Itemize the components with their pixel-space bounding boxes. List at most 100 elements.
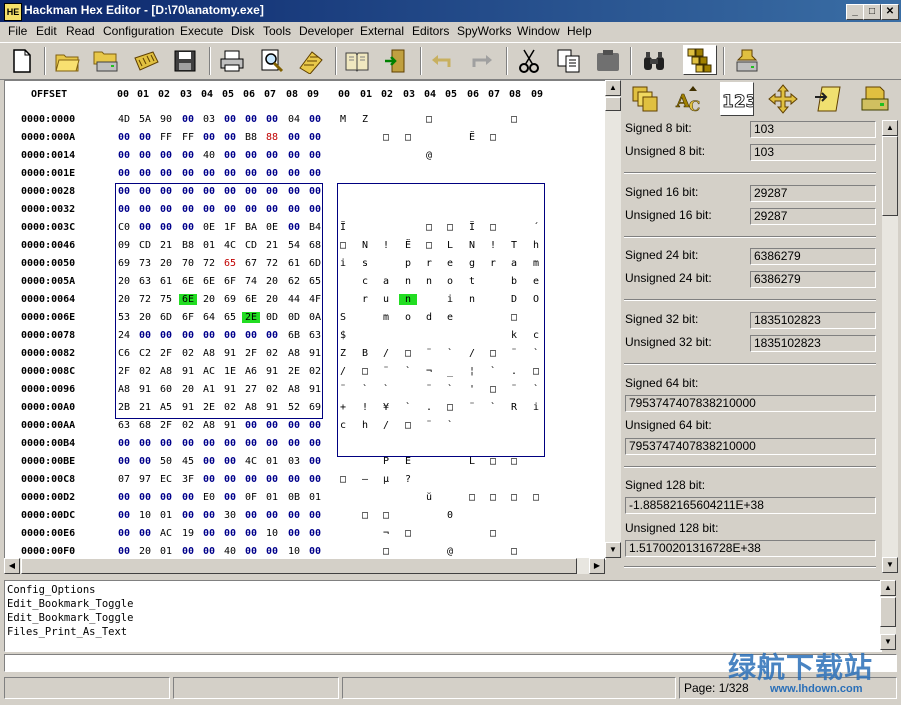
hex-byte[interactable]: 00 <box>221 492 239 503</box>
tab-numbers-icon[interactable]: 123 <box>720 82 754 116</box>
hex-byte[interactable]: FF <box>179 132 197 143</box>
char-cell[interactable]: □ <box>505 114 523 125</box>
hex-byte[interactable]: 00 <box>285 132 303 143</box>
hex-byte[interactable]: 00 <box>285 168 303 179</box>
signed-24-field[interactable]: 6386279 <box>750 248 876 265</box>
hex-byte[interactable]: 00 <box>136 150 154 161</box>
unsigned-128-field[interactable]: 1.51700201316728E+38 <box>625 540 876 557</box>
hex-byte[interactable]: 68 <box>136 420 154 431</box>
hex-byte[interactable]: 01 <box>157 546 175 557</box>
hex-byte[interactable]: AC <box>157 528 175 539</box>
open-memory-icon[interactable] <box>132 47 160 75</box>
hex-byte[interactable]: 63 <box>115 420 133 431</box>
hex-byte[interactable]: 00 <box>115 510 133 521</box>
hex-byte[interactable]: 4C <box>242 456 260 467</box>
hex-byte[interactable]: 00 <box>157 492 175 503</box>
hex-byte[interactable]: 00 <box>285 510 303 521</box>
open-drive-icon[interactable] <box>92 47 120 75</box>
char-cell[interactable]: □ <box>505 492 523 503</box>
hex-byte[interactable]: FF <box>157 132 175 143</box>
scroll-up-button[interactable]: ▲ <box>882 120 898 136</box>
open-folder-icon[interactable] <box>54 47 82 75</box>
redo-icon[interactable] <box>468 47 496 75</box>
hex-byte[interactable]: 00 <box>242 528 260 539</box>
scroll-left-button[interactable]: ◀ <box>4 558 20 574</box>
hex-byte[interactable]: 03 <box>285 456 303 467</box>
hex-byte[interactable]: 00 <box>306 168 324 179</box>
hex-byte[interactable]: 40 <box>200 150 218 161</box>
hex-byte[interactable]: A8 <box>200 420 218 431</box>
tab-disk-icon[interactable] <box>858 82 892 116</box>
hex-byte[interactable]: 00 <box>115 492 133 503</box>
char-cell[interactable]: ¬ <box>377 528 395 539</box>
scroll-down-button[interactable]: ▼ <box>880 634 896 650</box>
disk-info-icon[interactable] <box>733 47 761 75</box>
hex-byte[interactable]: 19 <box>179 528 197 539</box>
hex-byte[interactable]: EC <box>157 474 175 485</box>
scroll-up-button[interactable]: ▲ <box>880 580 896 596</box>
menu-developer[interactable]: Developer <box>299 24 354 38</box>
minimize-button[interactable]: _ <box>846 4 864 20</box>
unsigned-16-field[interactable]: 29287 <box>750 208 876 225</box>
hex-byte[interactable]: 4D <box>115 114 133 125</box>
hex-byte[interactable]: 00 <box>242 510 260 521</box>
hex-byte[interactable]: 01 <box>157 510 175 521</box>
menu-tools[interactable]: Tools <box>263 24 291 38</box>
menu-file[interactable]: File <box>8 24 27 38</box>
hex-byte[interactable]: 00 <box>115 438 133 449</box>
hex-byte[interactable]: 00 <box>285 150 303 161</box>
hex-byte[interactable]: 00 <box>115 150 133 161</box>
hex-byte[interactable]: 00 <box>136 438 154 449</box>
tab-pages-icon[interactable] <box>628 82 662 116</box>
inspector-vertical-scrollbar[interactable]: ▲ ▼ <box>882 120 898 573</box>
hex-byte[interactable]: 00 <box>263 168 281 179</box>
hex-byte[interactable]: 00 <box>306 528 324 539</box>
hex-byte[interactable]: 00 <box>263 438 281 449</box>
hex-byte[interactable]: 00 <box>115 528 133 539</box>
hex-byte[interactable]: 00 <box>306 132 324 143</box>
hex-byte[interactable]: 00 <box>242 168 260 179</box>
hex-byte[interactable]: 00 <box>221 438 239 449</box>
hex-byte[interactable]: 00 <box>306 456 324 467</box>
char-cell[interactable]: □ <box>484 456 502 467</box>
hex-byte[interactable]: 5A <box>136 114 154 125</box>
hex-byte[interactable]: 3F <box>179 474 197 485</box>
log-vertical-scrollbar[interactable]: ▲ ▼ <box>880 580 896 650</box>
char-cell[interactable]: □ <box>463 492 481 503</box>
hex-byte[interactable]: 97 <box>136 474 154 485</box>
hex-byte[interactable]: 00 <box>242 546 260 557</box>
hex-byte[interactable]: 00 <box>200 132 218 143</box>
char-cell[interactable]: □ <box>334 474 352 485</box>
hex-view[interactable]: OFFSET 00 01 02 03 04 05 06 07 08 09 00 … <box>4 80 606 560</box>
hex-byte[interactable]: 00 <box>200 474 218 485</box>
hex-byte[interactable]: 00 <box>263 546 281 557</box>
hex-byte[interactable]: 10 <box>263 528 281 539</box>
hex-byte[interactable]: 00 <box>285 528 303 539</box>
hex-byte[interactable]: 00 <box>221 456 239 467</box>
char-cell[interactable]: µ <box>377 474 395 485</box>
hex-byte[interactable]: 00 <box>200 546 218 557</box>
hex-byte[interactable]: 00 <box>263 510 281 521</box>
hex-byte[interactable]: 00 <box>263 420 281 431</box>
hex-byte[interactable]: 00 <box>200 456 218 467</box>
char-cell[interactable]: 0 <box>441 510 459 521</box>
new-file-icon[interactable] <box>8 47 36 75</box>
hex-byte[interactable]: E0 <box>200 492 218 503</box>
hex-byte[interactable]: 00 <box>179 438 197 449</box>
char-cell[interactable]: @ <box>420 150 438 161</box>
char-cell[interactable]: □ <box>527 492 545 503</box>
unsigned-8-field[interactable]: 103 <box>750 144 876 161</box>
hex-byte[interactable]: 00 <box>115 546 133 557</box>
hex-byte[interactable]: B8 <box>242 132 260 143</box>
command-log[interactable]: Config_Options Edit_Bookmark_Toggle Edit… <box>4 580 882 652</box>
hex-byte[interactable]: 00 <box>221 114 239 125</box>
cut-icon[interactable] <box>515 47 543 75</box>
hex-byte[interactable]: 00 <box>115 132 133 143</box>
signed-16-field[interactable]: 29287 <box>750 185 876 202</box>
hex-byte[interactable]: 00 <box>242 474 260 485</box>
hex-byte[interactable]: 00 <box>115 456 133 467</box>
scroll-thumb[interactable] <box>21 558 577 574</box>
app-icon[interactable]: HE <box>4 3 22 21</box>
signed-32-field[interactable]: 1835102823 <box>750 312 876 329</box>
hex-byte[interactable]: 01 <box>306 492 324 503</box>
